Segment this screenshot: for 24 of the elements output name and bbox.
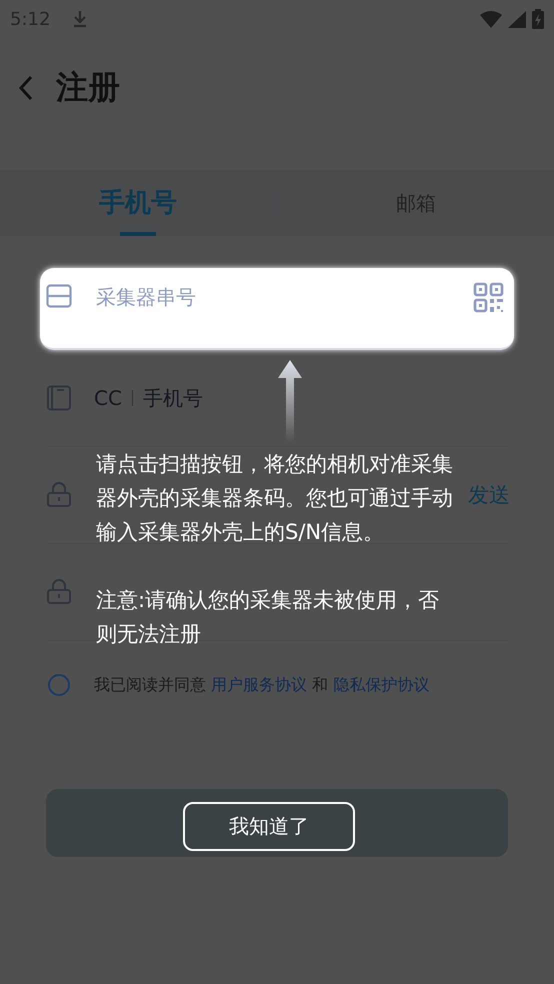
tab[interactable]: 手机号 <box>0 170 276 236</box>
country-code[interactable]: CC <box>94 386 122 410</box>
got-it-button[interactable]: 我知道了 <box>183 802 355 851</box>
wifi-icon <box>480 10 502 28</box>
battery-icon <box>532 9 544 29</box>
send-code-link[interactable]: 发送 <box>468 481 510 509</box>
qr-code-icon[interactable] <box>473 282 504 313</box>
page-title: 注册 <box>56 67 120 108</box>
agree-radio[interactable] <box>48 674 70 696</box>
back-icon[interactable] <box>18 75 34 101</box>
arrow-icon <box>277 360 303 442</box>
phone-icon <box>46 385 72 411</box>
terms-link[interactable]: 用户服务协议 <box>211 674 308 694</box>
register-button[interactable] <box>46 789 508 857</box>
phone-field[interactable]: 手机号 <box>142 384 203 412</box>
guide-note: 注意:请确认您的采集器未被使用，否则无法注册 <box>96 587 440 648</box>
download-icon <box>72 10 88 28</box>
device-icon <box>46 284 72 308</box>
lock-icon <box>46 579 72 605</box>
signal-icon <box>508 10 526 28</box>
lock-icon <box>46 482 72 508</box>
privacy-link[interactable]: 隐私保护协议 <box>333 674 430 694</box>
serial-field[interactable]: 采集器串号 <box>40 268 514 350</box>
guide-hint: 请点击扫描按钮，将您的相机对准采集器外壳的采集器条码。您也可通过手动输入采集器外壳上的S/N信息。 <box>96 451 454 546</box>
